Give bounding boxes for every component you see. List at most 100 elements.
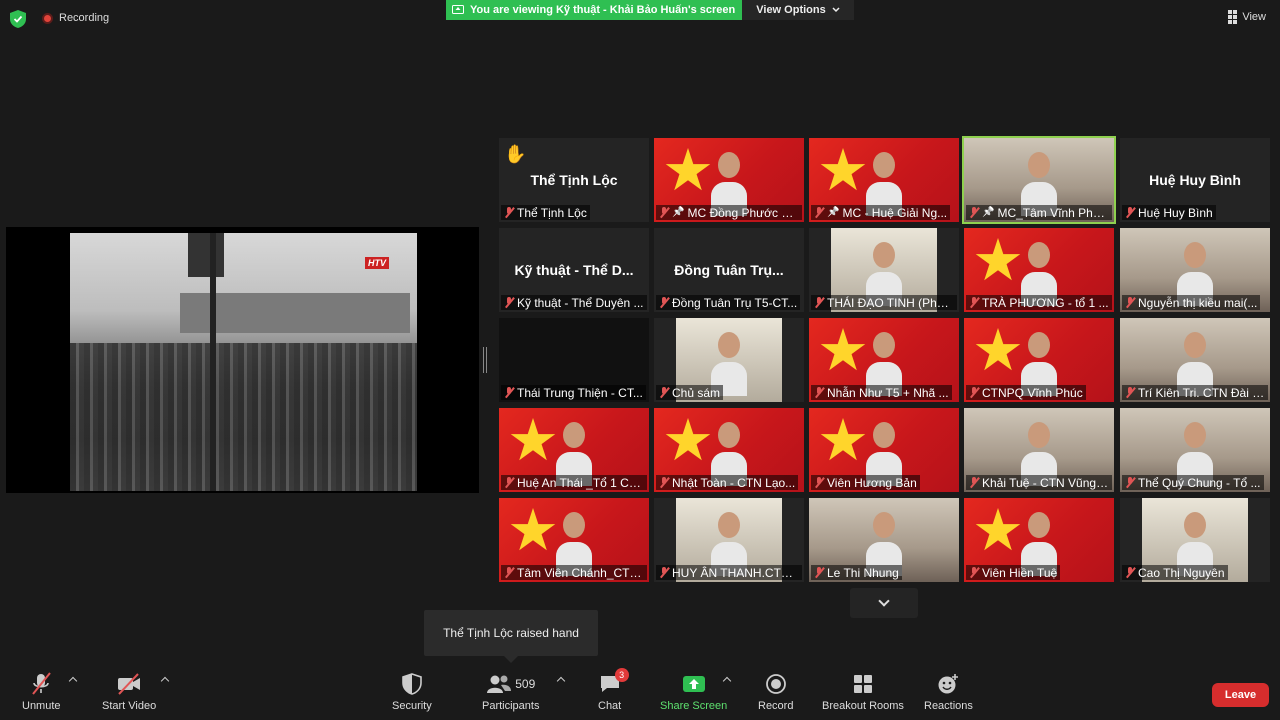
participant-tile[interactable]: ★ Huệ An Thái _Tổ 1 CT... — [499, 408, 649, 492]
participant-name: Viên Hiền Tuệ — [982, 565, 1058, 580]
audio-options-caret[interactable] — [68, 676, 78, 686]
view-layout-button[interactable]: View — [1228, 10, 1266, 24]
participant-tile[interactable]: HUY ÂN THANH.CTN ... — [654, 498, 804, 582]
record-button[interactable]: Record — [758, 672, 793, 712]
participant-tile[interactable]: Cao Thị Nguyên — [1120, 498, 1270, 582]
spotlight-pin-icon: 📌 — [982, 207, 995, 218]
chat-button[interactable]: 3 Chat — [598, 668, 629, 712]
participant-name: Le Thi Nhung — [827, 565, 899, 580]
participant-name-label: CTNPQ Vĩnh Phúc — [966, 385, 1086, 400]
start-video-button[interactable]: Start Video — [102, 672, 156, 712]
participants-options-caret[interactable] — [556, 676, 566, 686]
participant-name: HUY ÂN THANH.CTN ... — [672, 565, 799, 580]
participant-name-label: Le Thi Nhung — [811, 565, 902, 580]
view-options-button[interactable]: View Options — [742, 0, 854, 20]
participant-name-label: Trí Kiên Tri. CTN Đài L... — [1122, 385, 1268, 400]
flag-star-icon: ★ — [662, 138, 714, 203]
flag-star-icon: ★ — [662, 408, 714, 473]
flag-star-icon: ★ — [507, 498, 559, 563]
share-screen-button[interactable]: Share Screen — [660, 672, 727, 712]
participant-name-label: Thể Tịnh Lộc — [501, 205, 590, 220]
recording-indicator[interactable]: Recording — [42, 12, 109, 24]
spotlight-pin-icon: 📌 — [827, 207, 840, 218]
shared-screen[interactable]: HTV — [6, 227, 479, 493]
participant-name-label: Kỹ thuật - Thể Duyên ... — [501, 295, 647, 310]
participant-tile[interactable]: ★ Nhẫn Như T5 + Nhã ... — [809, 318, 959, 402]
recording-label: Recording — [59, 12, 110, 24]
encryption-shield-icon[interactable] — [10, 10, 26, 28]
participant-name-label: Viên Hương Bản — [811, 475, 920, 490]
participant-name: Viên Hương Bản — [827, 475, 917, 490]
reactions-button[interactable]: Reactions — [924, 672, 973, 712]
flag-star-icon: ★ — [817, 138, 869, 203]
next-page-button[interactable] — [850, 588, 918, 618]
participant-display-name: Thể Tịnh Lộc — [530, 172, 618, 188]
unmute-button[interactable]: Unmute — [22, 672, 61, 712]
participant-display-name: Huệ Huy Bình — [1149, 172, 1241, 188]
participant-tile[interactable]: ★ CTNPQ Vĩnh Phúc — [964, 318, 1114, 402]
participant-tile[interactable]: Đồng Tuân Trụ... Đồng Tuân Trụ T5-CT... — [654, 228, 804, 312]
participant-name-label: Nhật Toàn - CTN Lạo... — [656, 475, 799, 490]
banner-text: You are viewing Kỹ thuật - Khải Bảo Huấn… — [470, 4, 736, 16]
participant-tile[interactable]: Nguyễn thị kiều mai(... — [1120, 228, 1270, 312]
participant-tile[interactable]: ★ Nhật Toàn - CTN Lạo... — [654, 408, 804, 492]
participant-tile[interactable]: Khải Tuệ - CTN Vũng ... — [964, 408, 1114, 492]
participant-name-label: 📌 MC_Tâm Vĩnh Pho... — [966, 205, 1112, 220]
participant-tile[interactable]: Kỹ thuật - Thể D... Kỹ thuật - Thể Duyên … — [499, 228, 649, 312]
participant-name-label: Chủ sám — [656, 385, 724, 400]
video-options-caret[interactable] — [160, 676, 170, 686]
security-button[interactable]: Security — [392, 672, 432, 712]
participant-display-name: Đồng Tuân Trụ... — [674, 262, 784, 278]
chevron-down-icon — [878, 595, 890, 607]
participant-tile[interactable]: ★ 📌MC Đồng Phước Nghĩa — [654, 138, 804, 222]
meeting-toolbar: Unmute Start Video Security 509 Particip… — [0, 664, 1280, 720]
participant-tile[interactable]: ★ TRÀ PHƯƠNG - tổ 1 ... — [964, 228, 1114, 312]
participant-tile[interactable]: ★ Tâm Viên Chánh_CTN... — [499, 498, 649, 582]
participant-name: Kỹ thuật - Thể Duyên ... — [517, 295, 644, 310]
view-label: View — [1242, 11, 1266, 23]
record-icon — [765, 674, 786, 694]
participants-label: Participants — [482, 700, 540, 712]
participant-name: Huệ An Thái _Tổ 1 CT... — [517, 475, 644, 490]
participant-tile[interactable]: ✋ Thể Tịnh Lộc Thể Tịnh Lộc — [499, 138, 649, 222]
microphone-muted-icon — [814, 567, 824, 578]
spotlight-pin-icon: 📌 — [672, 207, 685, 218]
notification-text: Thể Tịnh Lộc raised hand — [443, 626, 579, 640]
participants-button[interactable]: 509 Participants — [482, 672, 539, 712]
participant-name-label: Thể Quý Chung - Tổ ... — [1122, 475, 1264, 490]
participant-name-label: Viên Hiền Tuệ — [966, 565, 1061, 580]
microphone-muted-icon — [659, 297, 669, 308]
participant-name-label: THÁI ĐẠO TINH (Phật... — [811, 295, 957, 310]
participant-tile[interactable]: Le Thi Nhung — [809, 498, 959, 582]
shared-video-frame: HTV — [70, 233, 417, 491]
security-label: Security — [392, 700, 432, 712]
panel-resize-handle[interactable] — [483, 347, 487, 373]
participant-tile[interactable]: Thể Quý Chung - Tổ ... — [1120, 408, 1270, 492]
security-shield-icon — [402, 673, 422, 695]
leave-meeting-button[interactable]: Leave — [1212, 683, 1269, 707]
participant-name: MC_Tâm Vĩnh Pho... — [997, 205, 1109, 220]
reactions-label: Reactions — [924, 700, 973, 712]
participant-tile[interactable]: 📌 MC_Tâm Vĩnh Pho... — [962, 136, 1116, 224]
participant-tile[interactable]: Thái Trung Thiện - CT... — [499, 318, 649, 402]
microphone-muted-icon — [659, 207, 669, 218]
participant-tile[interactable]: Trí Kiên Tri. CTN Đài L... — [1120, 318, 1270, 402]
microphone-muted-icon — [32, 672, 52, 695]
participant-name: Nhẫn Như T5 + Nhã ... — [827, 385, 949, 400]
breakout-rooms-label: Breakout Rooms — [822, 700, 904, 712]
participant-name: Trí Kiên Tri. CTN Đài L... — [1138, 385, 1265, 400]
breakout-rooms-button[interactable]: Breakout Rooms — [822, 672, 904, 712]
participant-tile[interactable]: ★ 📌 MC - Huệ Giải Ng... — [809, 138, 959, 222]
chat-unread-badge: 3 — [614, 668, 629, 682]
participant-tile[interactable]: Chủ sám — [654, 318, 804, 402]
participant-tile[interactable]: ★ Viên Hương Bản — [809, 408, 959, 492]
leave-label: Leave — [1224, 689, 1257, 701]
participant-name-label: Nhẫn Như T5 + Nhã ... — [811, 385, 952, 400]
participant-tile[interactable]: ★ Viên Hiền Tuệ — [964, 498, 1114, 582]
participant-tile[interactable]: THÁI ĐẠO TINH (Phật... — [809, 228, 959, 312]
flag-star-icon: ★ — [507, 408, 559, 473]
start-video-label: Start Video — [102, 700, 157, 712]
participant-tile[interactable]: Huệ Huy Bình Huệ Huy Bình — [1120, 138, 1270, 222]
microphone-muted-icon — [504, 567, 514, 578]
microphone-muted-icon — [504, 477, 514, 488]
